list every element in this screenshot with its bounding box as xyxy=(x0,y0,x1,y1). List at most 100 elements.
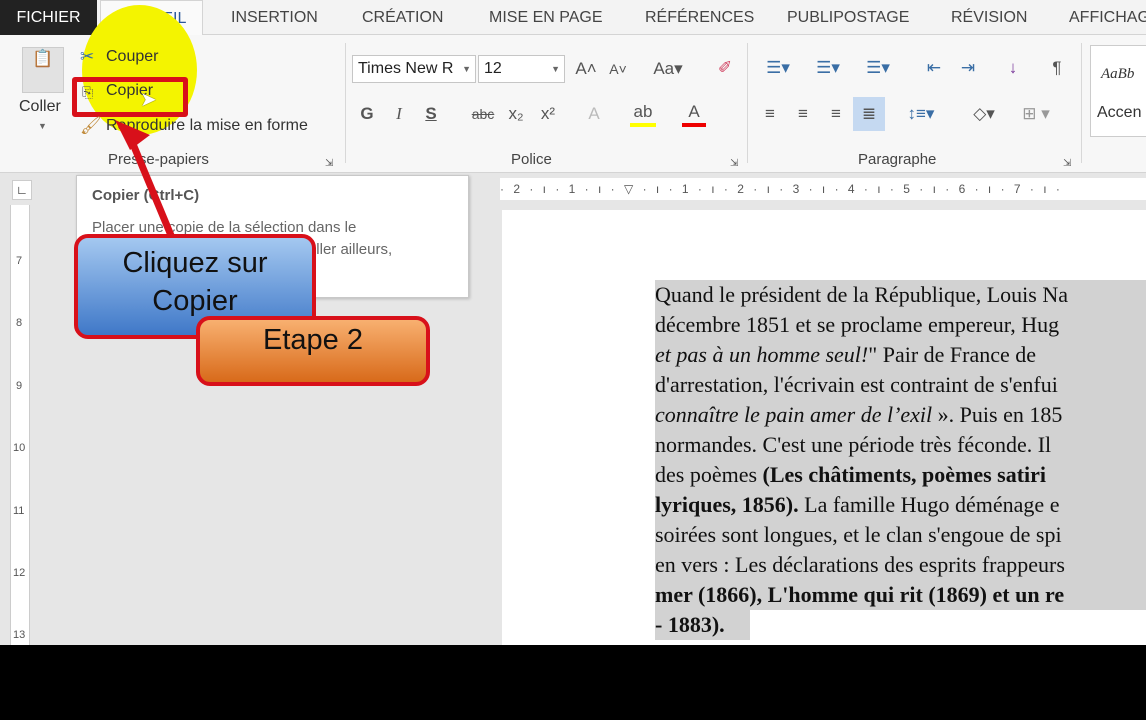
clipboard-launcher-icon[interactable]: ⇲ xyxy=(325,153,333,175)
text-run: lyriques, 1856). xyxy=(655,492,799,517)
mouse-cursor-icon: ➤ xyxy=(140,89,157,111)
black-bar xyxy=(0,645,1146,720)
style-accent-tile[interactable]: AaBb Accen xyxy=(1090,45,1146,137)
text-run: " Pair de France de xyxy=(868,342,1037,367)
document-line: mer (1866), L'homme qui rit (1869) et un… xyxy=(655,580,1146,610)
callout-step: Etape 2 xyxy=(196,316,430,386)
subscript-button[interactable]: x₂ xyxy=(504,103,528,125)
vertical-ruler[interactable]: 7 8 9 10 11 12 13 xyxy=(10,205,30,645)
text-run: et pas à un homme seul! xyxy=(655,342,869,367)
document-line: en vers : Les déclarations des esprits f… xyxy=(655,550,1146,580)
paragraph-launcher-icon[interactable]: ⇲ xyxy=(1063,153,1071,175)
divider xyxy=(345,43,346,163)
text-run: normandes. C'est une période très fécond… xyxy=(655,432,1052,457)
font-launcher-icon[interactable]: ⇲ xyxy=(730,153,738,175)
justify-icon[interactable]: ≣ xyxy=(853,97,885,131)
style-preview: AaBb xyxy=(1101,66,1135,82)
tab-creation[interactable]: CRÉATION xyxy=(346,0,459,35)
superscript-button[interactable]: x² xyxy=(536,103,560,125)
tab-publipostage[interactable]: PUBLIPOSTAGE xyxy=(771,0,925,35)
cut-button[interactable]: Couper xyxy=(106,48,158,66)
paragraph-group-label: Paragraphe xyxy=(858,151,937,168)
format-painter-icon: 🖌 xyxy=(80,116,102,135)
text-run: mer (1866), L'homme qui rit (1869) et un… xyxy=(655,582,1065,607)
document-line: Quand le président de la République, Lou… xyxy=(655,280,1146,310)
text-run: décembre 1851 et se proclame empereur, H… xyxy=(655,312,1060,337)
shrink-font-icon[interactable]: A˅ xyxy=(606,58,630,80)
document-line: soirées sont longues, et le clan s'engou… xyxy=(655,520,1146,550)
borders-icon[interactable]: ⊞ ▾ xyxy=(1014,103,1058,125)
horizontal-ruler[interactable]: · 2 · ı · 1 · ı · ▽ · ı · 1 · ı · 2 · ı … xyxy=(500,178,1146,200)
tab-fichier[interactable]: FICHIER xyxy=(0,0,97,35)
increase-indent-icon[interactable]: ⇥ xyxy=(954,57,982,79)
text-run: connaître le pain amer de l’exil xyxy=(655,402,933,427)
text-effects-icon[interactable]: A xyxy=(582,103,606,125)
decrease-indent-icon[interactable]: ⇤ xyxy=(920,57,948,79)
paste-icon: 📋 xyxy=(22,47,64,93)
document-line: décembre 1851 et se proclame empereur, H… xyxy=(655,310,1146,340)
align-left-icon[interactable]: ≡ xyxy=(758,103,782,125)
bullets-icon[interactable]: ☰▾ xyxy=(758,57,798,79)
underline-button[interactable]: S xyxy=(420,103,442,125)
divider xyxy=(1081,43,1082,163)
tab-insertion[interactable]: INSERTION xyxy=(215,0,334,35)
tab-selector-button[interactable]: ∟ xyxy=(12,180,32,200)
tab-references[interactable]: RÉFÉRENCES xyxy=(629,0,770,35)
scissors-icon: ✂ xyxy=(80,47,95,66)
tab-revision[interactable]: RÉVISION xyxy=(935,0,1043,35)
document-line: d'arrestation, l'écrivain est contraint … xyxy=(655,370,1146,400)
shading-icon[interactable]: ◇▾ xyxy=(962,103,1006,125)
text-run: en vers : Les déclarations des esprits f… xyxy=(655,552,1065,577)
document-line: lyriques, 1856). La famille Hugo déménag… xyxy=(655,490,1146,520)
font-size-combo[interactable]: 12 ▼ xyxy=(478,55,565,83)
italic-button[interactable]: I xyxy=(388,103,410,125)
text-run: d'arrestation, l'écrivain est contraint … xyxy=(655,372,1058,397)
change-case-icon[interactable]: Aa▾ xyxy=(648,58,688,80)
paste-dropdown-icon[interactable]: ▼ xyxy=(38,121,47,131)
bold-button[interactable]: G xyxy=(356,103,378,125)
ruler-label: 13 xyxy=(13,629,26,641)
line-spacing-icon[interactable]: ↕≡▾ xyxy=(900,103,942,125)
tab-mise-en-page[interactable]: MISE EN PAGE xyxy=(473,0,619,35)
ruler-label: 11 xyxy=(13,505,25,517)
font-color-icon[interactable]: A xyxy=(682,101,706,127)
text-run: Quand le président de la République, Lou… xyxy=(655,282,1069,307)
text-run: ». Puis en 185 xyxy=(932,402,1063,427)
text-run: (Les châtiments, poèmes satiri xyxy=(762,462,1047,487)
copy-icon: ⎘ xyxy=(82,84,94,100)
multilevel-list-icon[interactable]: ☰▾ xyxy=(858,57,898,79)
divider xyxy=(747,43,748,163)
clear-format-icon[interactable]: ✐ xyxy=(712,57,738,79)
align-right-icon[interactable]: ≡ xyxy=(824,103,848,125)
ruler-label: 9 xyxy=(16,380,23,392)
document-line: des poèmes (Les châtiments, poèmes satir… xyxy=(655,460,1146,490)
document-line: et pas à un homme seul!" Pair de France … xyxy=(655,340,1146,370)
align-center-icon[interactable]: ≡ xyxy=(791,103,815,125)
text-run: La famille Hugo déménage e xyxy=(798,492,1060,517)
text-run: des poèmes xyxy=(655,462,763,487)
document-line: connaître le pain amer de l’exil ». Puis… xyxy=(655,400,1146,430)
ruler-ticks: · 2 · ı · 1 · ı · ▽ · ı · 1 · ı · 2 · ı … xyxy=(500,182,1063,196)
numbering-icon[interactable]: ☰▾ xyxy=(808,57,848,79)
document-line: - 1883). xyxy=(655,610,750,640)
ruler-label: 10 xyxy=(13,442,26,454)
font-name-combo[interactable]: Times New R ▼ xyxy=(352,55,476,83)
style-name: Accen xyxy=(1097,104,1142,121)
show-marks-icon[interactable]: ¶ xyxy=(1045,57,1069,79)
strikethrough-button[interactable]: abc xyxy=(468,103,498,125)
text-run: - 1883). xyxy=(655,612,725,637)
ruler-label: 12 xyxy=(13,567,26,579)
highlight-color-icon[interactable]: ab xyxy=(630,101,656,127)
ruler-label: 7 xyxy=(16,255,23,267)
ruler-label: 8 xyxy=(16,317,23,329)
paste-button[interactable]: Coller xyxy=(19,98,61,116)
grow-font-icon[interactable]: A˄ xyxy=(574,58,598,80)
text-run: soirées sont longues, et le clan s'engou… xyxy=(655,522,1062,547)
sort-icon[interactable]: ↓ xyxy=(1000,57,1026,79)
font-group-label: Police xyxy=(511,151,552,168)
document-line: normandes. C'est une période très fécond… xyxy=(655,430,1146,460)
tab-affichage[interactable]: AFFICHAGE xyxy=(1053,0,1146,35)
font-name-value: Times New R xyxy=(358,60,454,77)
arrow-pointer xyxy=(115,120,179,247)
font-size-value: 12 xyxy=(484,60,502,77)
